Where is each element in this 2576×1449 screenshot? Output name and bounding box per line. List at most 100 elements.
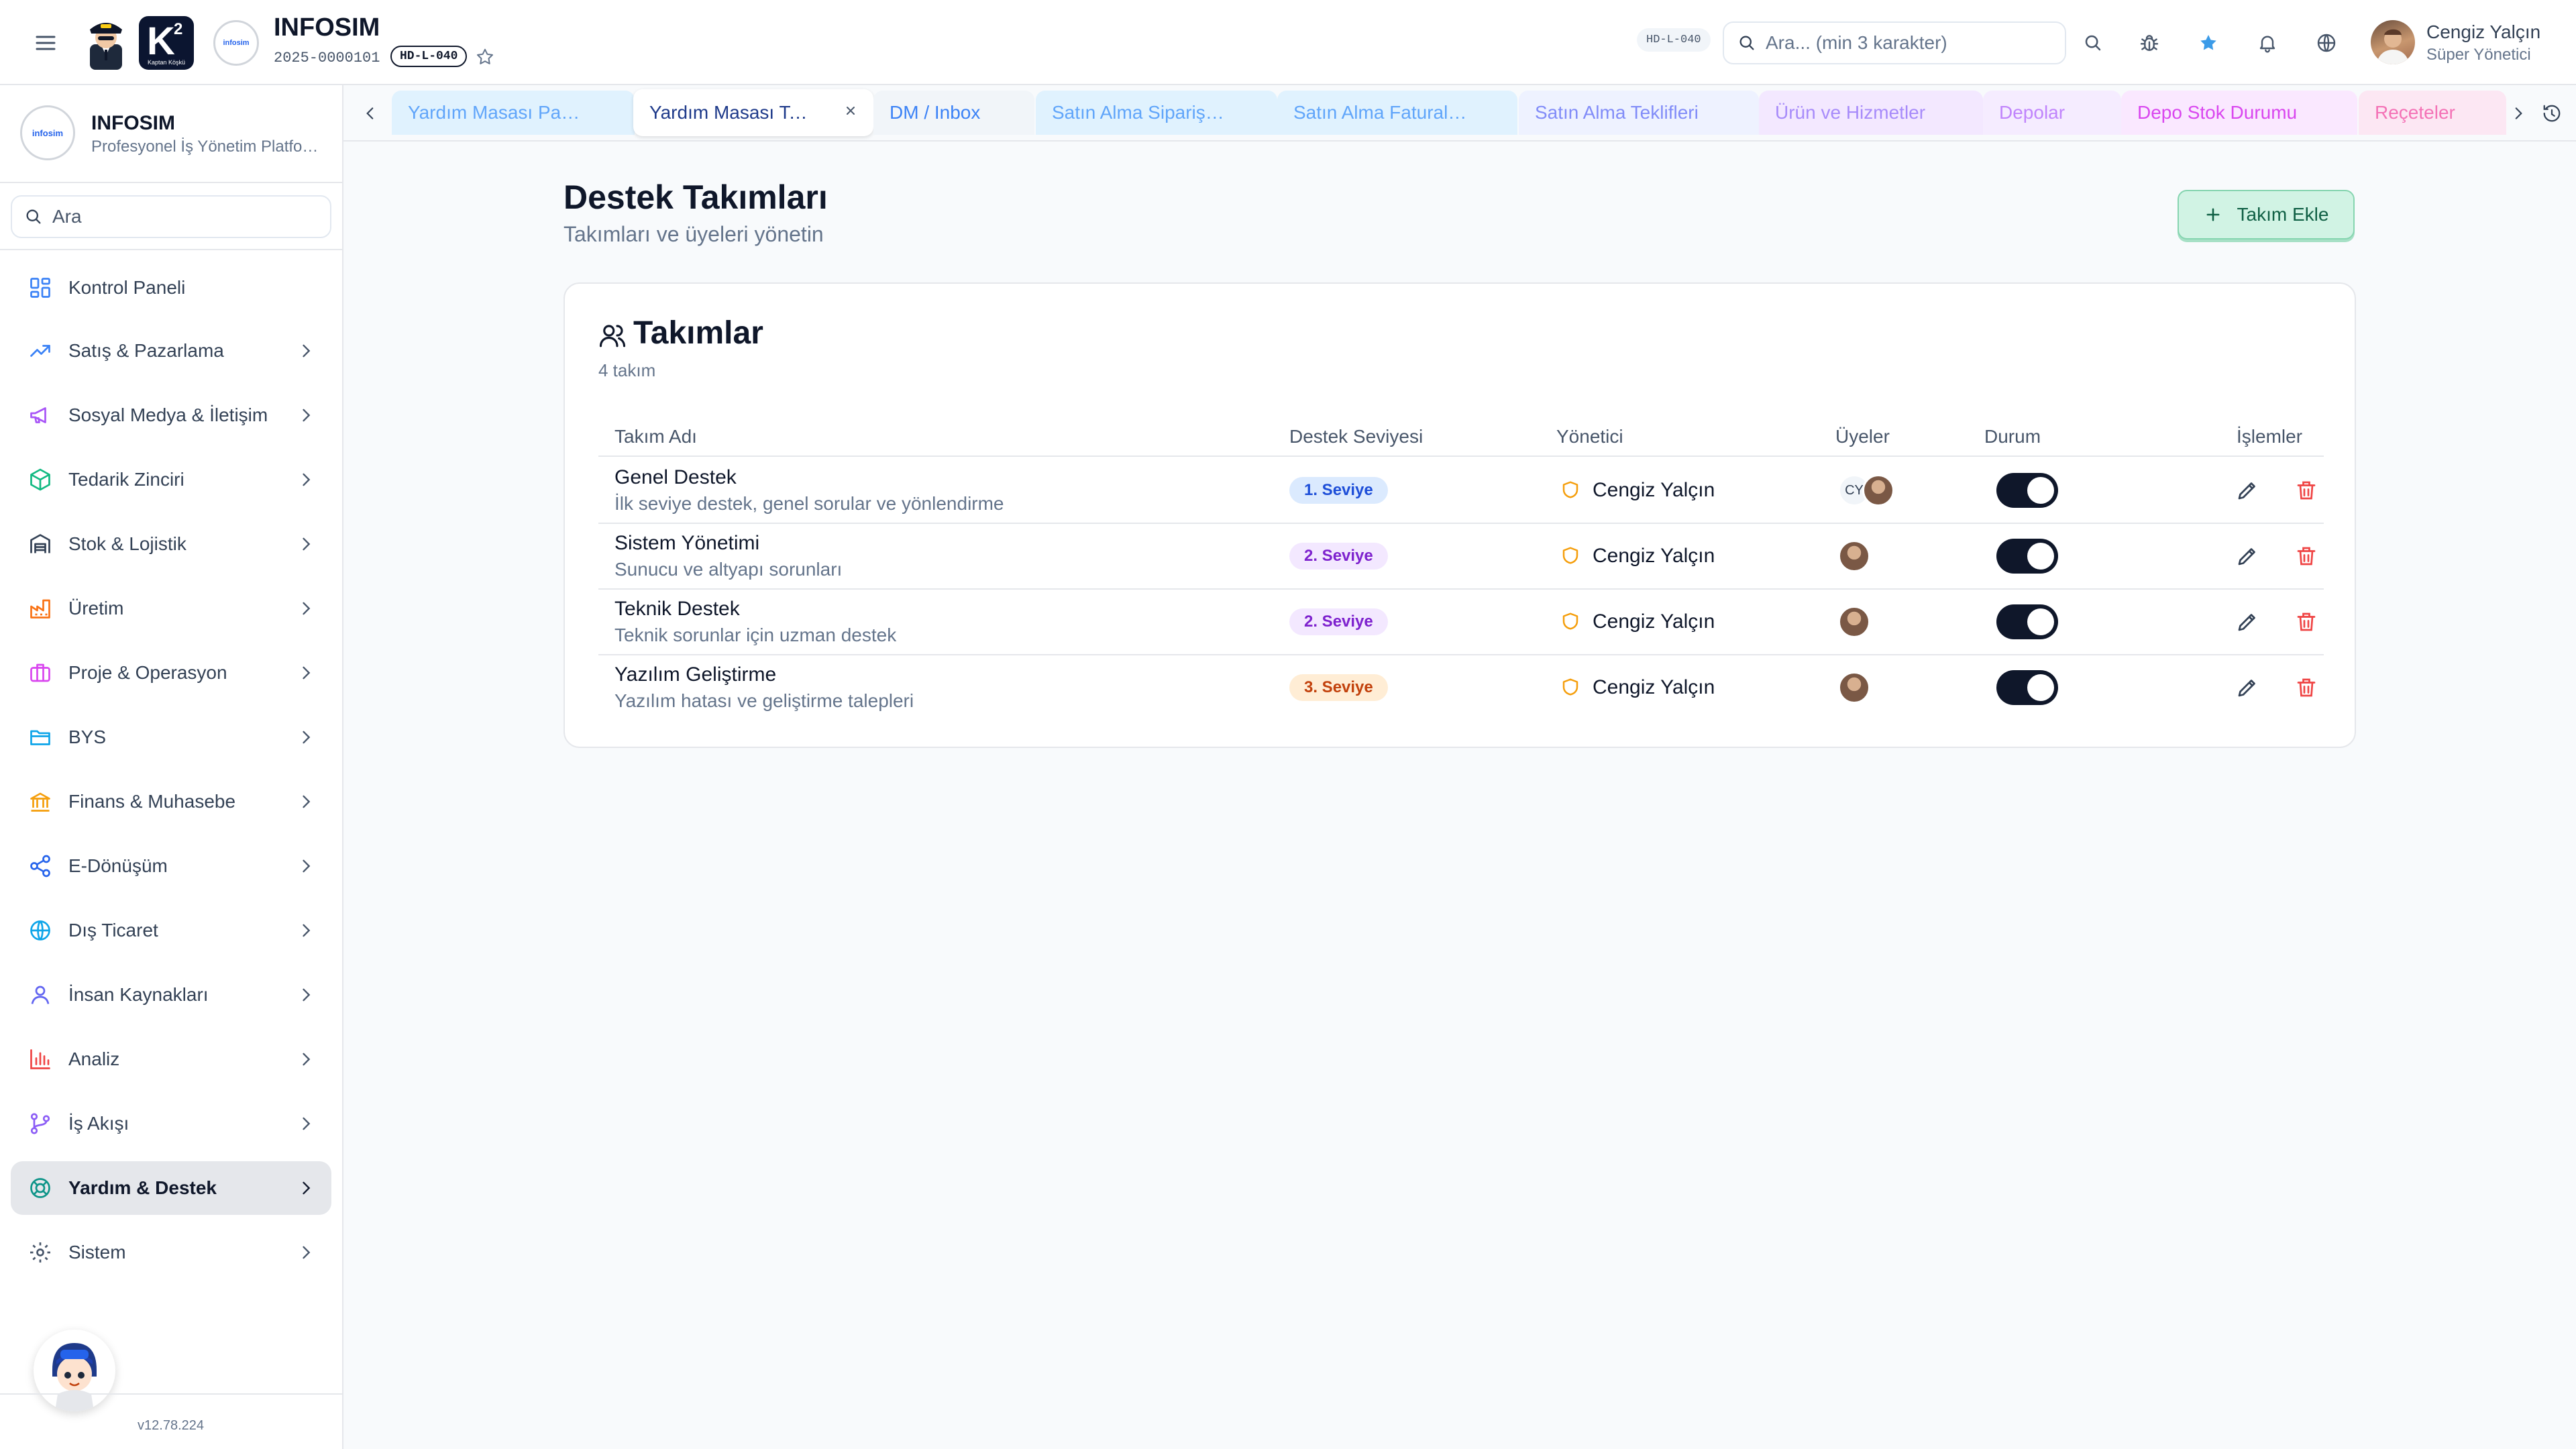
chevron-right-icon xyxy=(297,663,315,682)
user-avatar[interactable] xyxy=(2371,20,2415,64)
lifebuoy-icon xyxy=(27,1175,54,1201)
sidebar-item-label: İş Akışı xyxy=(68,1113,129,1134)
star-icon[interactable] xyxy=(475,47,495,67)
favorite-star-icon[interactable] xyxy=(2194,28,2223,58)
team-name: Genel Destek xyxy=(614,466,737,488)
tab-receteler[interactable]: Reçeteler xyxy=(2359,91,2506,135)
sidebar-item-yardim-destek[interactable]: Yardım & Destek xyxy=(11,1161,331,1215)
sidebar-item-dis-ticaret[interactable]: Dış Ticaret xyxy=(11,904,331,957)
assistant-avatar-button[interactable] xyxy=(34,1330,115,1411)
tab-scroll-right-button[interactable] xyxy=(2505,100,2532,127)
sidebar-item-satis-pazarlama[interactable]: Satış & Pazarlama xyxy=(11,324,331,378)
edit-icon[interactable] xyxy=(2235,544,2259,568)
shield-icon xyxy=(1560,480,1580,500)
edit-icon[interactable] xyxy=(2235,610,2259,634)
column-header-manager: Yönetici xyxy=(1556,426,1623,447)
top-header: K2 Kaptan Köşkü infosim INFOSIM 2025-000… xyxy=(0,0,2576,85)
status-toggle[interactable] xyxy=(1996,604,2058,639)
column-header-members: Üyeler xyxy=(1835,426,1890,447)
search-icon[interactable] xyxy=(2078,28,2108,58)
close-icon[interactable] xyxy=(843,103,859,119)
status-toggle[interactable] xyxy=(1996,539,2058,574)
sidebar-search[interactable] xyxy=(11,195,331,238)
team-manager: Cengiz Yalçın xyxy=(1593,479,1715,501)
git-branch-icon xyxy=(27,1110,54,1137)
sidebar-item-stok-lojistik[interactable]: Stok & Lojistik xyxy=(11,517,331,571)
edit-icon[interactable] xyxy=(2235,478,2259,502)
sidebar-item-label: Satış & Pazarlama xyxy=(68,340,224,361)
member-avatars[interactable] xyxy=(1838,539,1905,574)
status-toggle[interactable] xyxy=(1996,473,2058,508)
sidebar-item-sistem[interactable]: Sistem xyxy=(11,1226,331,1279)
history-icon[interactable] xyxy=(2538,100,2565,127)
member-avatar xyxy=(1838,672,1870,704)
delete-icon[interactable] xyxy=(2294,544,2318,568)
tab-depolar[interactable]: Depolar xyxy=(1983,91,2121,135)
globe-icon[interactable] xyxy=(2312,28,2341,58)
team-description: İlk seviye destek, genel sorular ve yönl… xyxy=(614,493,1004,514)
sidebar-item-is-akisi[interactable]: İş Akışı xyxy=(11,1097,331,1150)
tab-satin-alma-faturalari[interactable]: Satın Alma Faturaları xyxy=(1277,91,1517,135)
sidebar-item-uretim[interactable]: Üretim xyxy=(11,582,331,635)
bell-icon[interactable] xyxy=(2253,28,2282,58)
tab-depo-stok-durumu[interactable]: Depo Stok Durumu xyxy=(2121,91,2357,135)
sidebar-item-bys[interactable]: BYS xyxy=(11,710,331,764)
sidebar-item-label: İnsan Kaynakları xyxy=(68,984,209,1005)
k2-logo: K2 Kaptan Köşkü xyxy=(139,16,194,70)
member-avatars[interactable] xyxy=(1838,670,1905,705)
member-avatars[interactable]: CY xyxy=(1838,473,1905,508)
team-name: Yazılım Geliştirme xyxy=(614,663,777,686)
warehouse-icon xyxy=(27,531,54,557)
sidebar-item-tedarik-zinciri[interactable]: Tedarik Zinciri xyxy=(11,453,331,506)
support-level-badge: 3. Seviye xyxy=(1289,674,1388,701)
page-subtitle: Takımları ve üyeleri yönetin xyxy=(564,222,824,246)
tab-scroll-left-button[interactable] xyxy=(357,100,384,127)
package-icon xyxy=(27,466,54,493)
team-manager: Cengiz Yalçın xyxy=(1593,610,1715,633)
sidebar-item-proje-operasyon[interactable]: Proje & Operasyon xyxy=(11,646,331,700)
delete-icon[interactable] xyxy=(2294,478,2318,502)
page-code-badge: HD-L-040 xyxy=(390,46,468,67)
sidebar-item-analiz[interactable]: Analiz xyxy=(11,1032,331,1086)
user-icon xyxy=(27,981,54,1008)
team-name: Teknik Destek xyxy=(614,598,740,620)
bug-icon[interactable] xyxy=(2135,28,2164,58)
sidebar-title: INFOSIM xyxy=(91,112,175,134)
global-search[interactable] xyxy=(1723,21,2066,64)
tab-dm-inbox[interactable]: DM / Inbox xyxy=(873,91,1034,135)
tab-yardim-masasi-takimlari[interactable]: Yardım Masası Takımları xyxy=(633,89,873,136)
team-description: Teknik sorunlar için uzman destek xyxy=(614,625,897,645)
chevron-right-icon xyxy=(297,1050,315,1069)
card-title: Takımlar xyxy=(633,315,763,351)
edit-icon[interactable] xyxy=(2235,676,2259,700)
divider xyxy=(0,1393,342,1395)
sidebar-item-label: Sosyal Medya & İletişim xyxy=(68,405,268,425)
delete-icon[interactable] xyxy=(2294,610,2318,634)
delete-icon[interactable] xyxy=(2294,676,2318,700)
briefcase-icon xyxy=(27,659,54,686)
sidebar-item-e-donusum[interactable]: E-Dönüşüm xyxy=(11,839,331,893)
sidebar-item-insan-kaynaklari[interactable]: İnsan Kaynakları xyxy=(11,968,331,1022)
add-team-button[interactable]: Takım Ekle xyxy=(2178,190,2355,239)
shield-icon xyxy=(1560,677,1580,697)
dashboard-icon xyxy=(27,274,54,301)
sidebar-item-sosyal-medya[interactable]: Sosyal Medya & İletişim xyxy=(11,388,331,442)
tab-satin-alma-teklifleri[interactable]: Satın Alma Teklifleri xyxy=(1519,91,1759,135)
sidebar-subtitle: Profesyonel İş Yönetim Platformu xyxy=(91,138,319,156)
sidebar-item-kontrol-paneli[interactable]: Kontrol Paneli xyxy=(11,261,331,315)
sidebar-item-label: Finans & Muhasebe xyxy=(68,791,236,812)
tab-urun-ve-hizmetler[interactable]: Ürün ve Hizmetler xyxy=(1759,91,1983,135)
menu-icon[interactable] xyxy=(31,28,60,58)
support-level-badge: 2. Seviye xyxy=(1289,608,1388,635)
app-code: 2025-0000101 xyxy=(274,50,380,66)
shield-icon xyxy=(1560,611,1580,631)
member-avatars[interactable] xyxy=(1838,604,1905,639)
status-toggle[interactable] xyxy=(1996,670,2058,705)
table-row: Teknik Destek Teknik sorunlar için uzman… xyxy=(598,588,2324,654)
sidebar-search-input[interactable] xyxy=(52,206,321,227)
global-search-input[interactable] xyxy=(1766,32,2047,54)
sidebar-item-finans-muhasebe[interactable]: Finans & Muhasebe xyxy=(11,775,331,828)
tab-yardim-masasi-panosu[interactable]: Yardım Masası Panosu xyxy=(392,91,635,135)
tab-satin-alma-siparisleri[interactable]: Satın Alma Siparişleri xyxy=(1036,91,1277,135)
team-manager: Cengiz Yalçın xyxy=(1593,676,1715,698)
